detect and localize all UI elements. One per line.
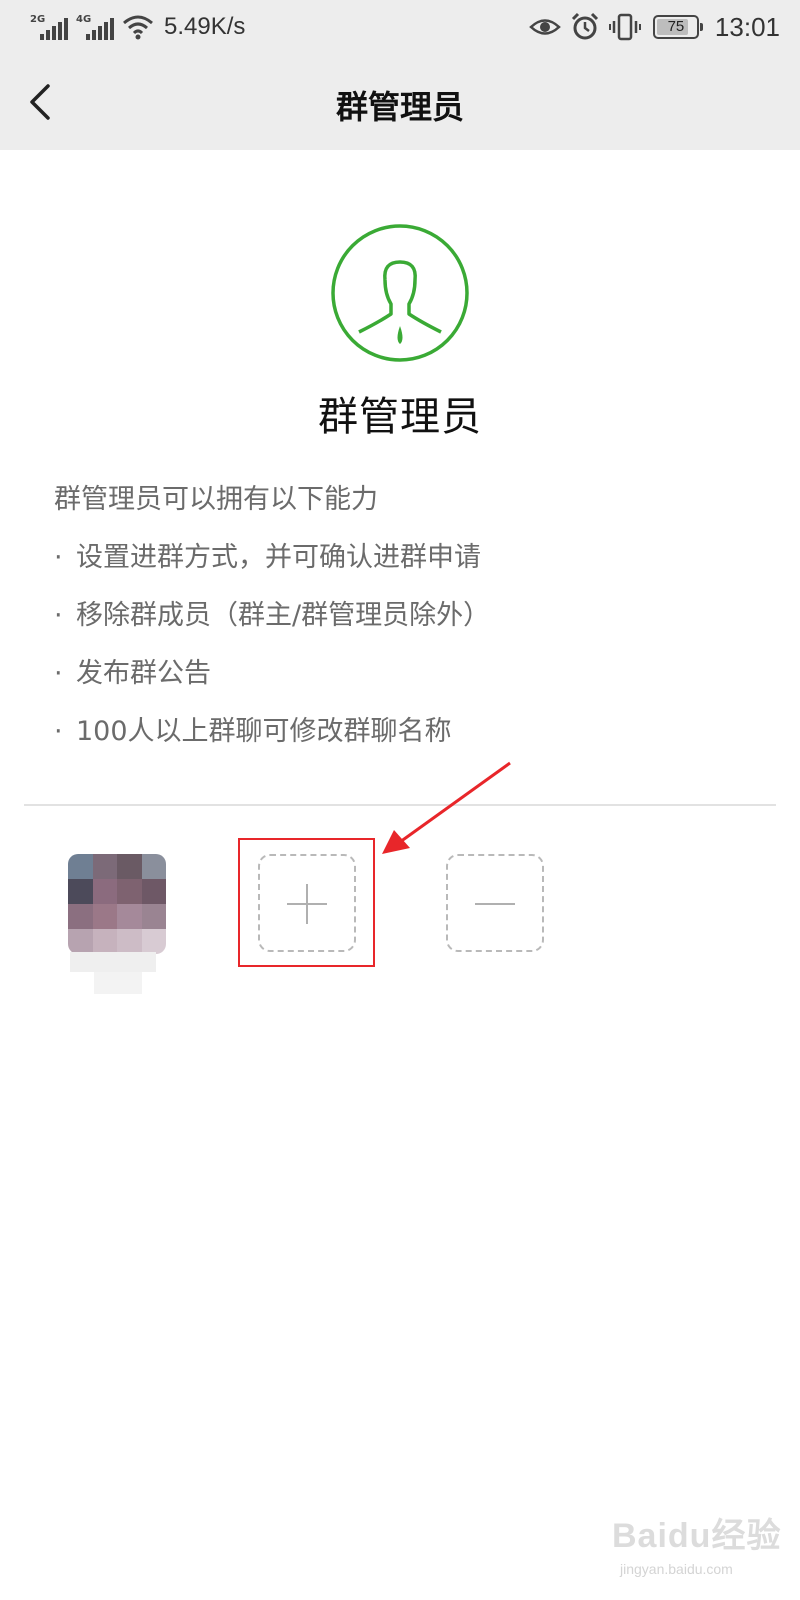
status-bar: 2G 4G 5.49K/s 75 13:01 xyxy=(0,0,800,54)
capabilities-intro: 群管理员可以拥有以下能力 xyxy=(54,484,378,515)
bullet: · xyxy=(54,542,63,573)
highlight-box xyxy=(238,838,375,967)
signal-bars-icon xyxy=(40,18,68,40)
signal-bars-icon xyxy=(86,18,114,40)
minus-icon xyxy=(475,903,515,905)
vibrate-icon xyxy=(608,13,641,41)
bullet: · xyxy=(54,600,63,631)
eye-icon xyxy=(529,19,561,35)
capabilities-description: 群管理员可以拥有以下能力 · 设置进群方式，并可确认进群申请 · 移除群成员（群… xyxy=(54,480,774,752)
capability-item: · 100人以上群聊可修改群聊名称 xyxy=(54,712,774,752)
watermark-logo: Baidu经验 xyxy=(612,1517,782,1555)
network-speed: 5.49K/s xyxy=(164,13,246,40)
member-avatar[interactable] xyxy=(68,854,166,954)
clock: 13:01 xyxy=(714,11,780,42)
status-bar-right: 75 13:01 xyxy=(521,10,780,44)
admin-avatar-icon xyxy=(331,224,469,362)
member-name-blurred xyxy=(70,952,156,996)
capability-item: · 移除群成员（群主/群管理员除外） xyxy=(54,596,774,636)
wifi-icon xyxy=(123,15,153,40)
hero-title: 群管理员 xyxy=(318,394,482,440)
battery-icon: 75 xyxy=(652,15,703,39)
annotation-arrow-icon xyxy=(382,761,511,854)
watermark-url: jingyan.baidu.com xyxy=(620,1561,733,1577)
remove-admin-button[interactable] xyxy=(446,854,544,952)
alarm-icon xyxy=(571,12,598,40)
capability-text: 100人以上群聊可修改群聊名称 xyxy=(76,716,452,747)
signal-2g: 2G xyxy=(30,12,70,42)
nav-bar: 群管理员 xyxy=(0,54,800,150)
watermark: Baidu经验 jingyan.baidu.com xyxy=(612,1508,792,1588)
status-bar-left: 2G 4G 5.49K/s xyxy=(30,10,245,44)
battery-level: 75 xyxy=(667,18,685,35)
capability-text: 设置进群方式，并可确认进群申请 xyxy=(76,542,481,573)
signal-4g: 4G xyxy=(76,12,116,42)
bullet: · xyxy=(54,716,63,747)
capability-item: · 发布群公告 xyxy=(54,654,774,694)
capability-item: · 设置进群方式，并可确认进群申请 xyxy=(54,538,774,578)
capability-text: 发布群公告 xyxy=(76,658,211,689)
bullet: · xyxy=(54,658,63,689)
capability-text: 移除群成员（群主/群管理员除外） xyxy=(76,600,491,631)
page-title: 群管理员 xyxy=(335,88,464,126)
